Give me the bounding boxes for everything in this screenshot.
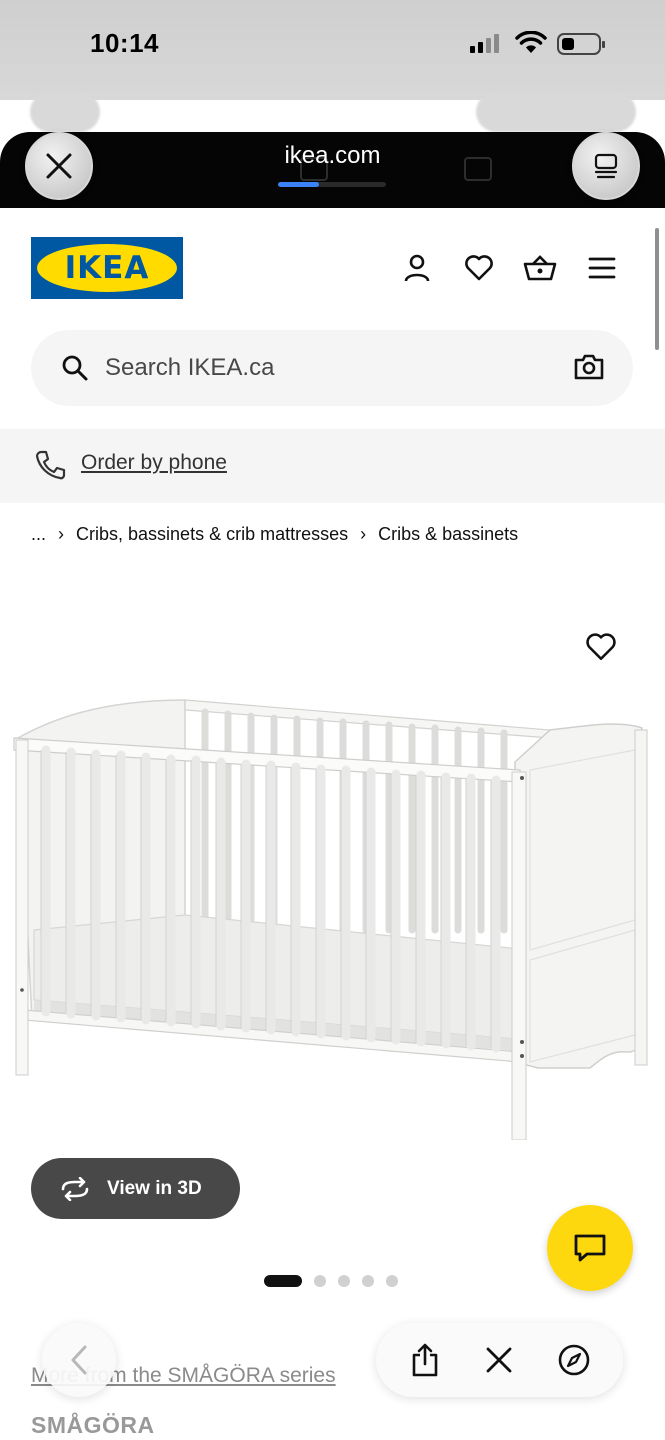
chat-icon [574, 1234, 606, 1262]
menu-button[interactable] [584, 250, 620, 286]
status-bar: 10:14 [0, 0, 665, 100]
rotate-3d-icon [61, 1176, 89, 1201]
page-load-progress [278, 182, 386, 187]
carousel-dot[interactable] [386, 1275, 398, 1287]
close-icon [487, 1347, 512, 1373]
product-image[interactable] [10, 690, 655, 1140]
phone-icon [35, 450, 66, 480]
browser-toolbar [376, 1323, 623, 1397]
carousel-dot[interactable] [362, 1275, 374, 1287]
breadcrumb-item[interactable]: Cribs & bassinets [378, 524, 518, 545]
wifi-icon [515, 30, 547, 60]
chevron-left-icon [71, 1345, 87, 1375]
cart-button[interactable] [522, 250, 558, 286]
search-icon [62, 355, 88, 381]
chevron-right-icon: › [360, 524, 367, 544]
view-in-3d-button[interactable]: View in 3D [31, 1158, 240, 1219]
heart-icon [465, 255, 493, 281]
account-icon [404, 254, 430, 282]
search-input[interactable] [105, 348, 545, 388]
product-name: SMÅGÖRA [31, 1412, 155, 1438]
url-text[interactable]: ikea.com [0, 142, 665, 170]
ikea-logo[interactable]: IKEA [31, 237, 183, 299]
chevron-right-icon: › [58, 524, 65, 544]
carousel-dot[interactable] [338, 1275, 350, 1287]
favorites-button[interactable] [461, 250, 497, 286]
cellular-signal-icon [470, 34, 499, 53]
status-time: 10:14 [90, 28, 159, 58]
breadcrumb-item[interactable]: Cribs, bassinets & crib mattresses [76, 524, 348, 545]
carousel-dot[interactable] [314, 1275, 326, 1287]
open-in-safari-button[interactable] [554, 1340, 594, 1380]
order-by-phone-link[interactable]: Order by phone [81, 451, 227, 475]
close-button[interactable] [479, 1340, 519, 1380]
blurred-chip [30, 92, 100, 132]
battery-icon [557, 33, 605, 55]
heart-icon [586, 633, 616, 661]
carousel-dot[interactable] [264, 1275, 302, 1287]
search-bar [31, 330, 633, 406]
chat-button[interactable] [547, 1205, 633, 1291]
save-to-favorites-button[interactable] [585, 632, 617, 667]
logo-oval: IKEA [37, 244, 177, 292]
view-in-3d-label: View in 3D [107, 1177, 202, 1199]
page-scrollbar[interactable] [655, 228, 659, 350]
progress-fill [278, 182, 320, 187]
share-button[interactable] [405, 1340, 445, 1380]
blurred-chip [476, 92, 636, 132]
menu-icon [588, 257, 616, 279]
account-button[interactable] [399, 250, 435, 286]
logo-wordmark: IKEA [64, 250, 150, 286]
share-icon [412, 1343, 438, 1377]
camera-search-icon[interactable] [573, 352, 605, 382]
back-button[interactable] [42, 1323, 116, 1397]
order-by-phone-banner: Order by phone [0, 429, 665, 503]
image-carousel-indicator [264, 1275, 398, 1287]
compass-icon [558, 1344, 590, 1376]
breadcrumb: ... › Cribs, bassinets & crib mattresses… [31, 524, 518, 545]
breadcrumb-ellipsis[interactable]: ... [31, 524, 46, 545]
cart-icon [523, 255, 557, 281]
